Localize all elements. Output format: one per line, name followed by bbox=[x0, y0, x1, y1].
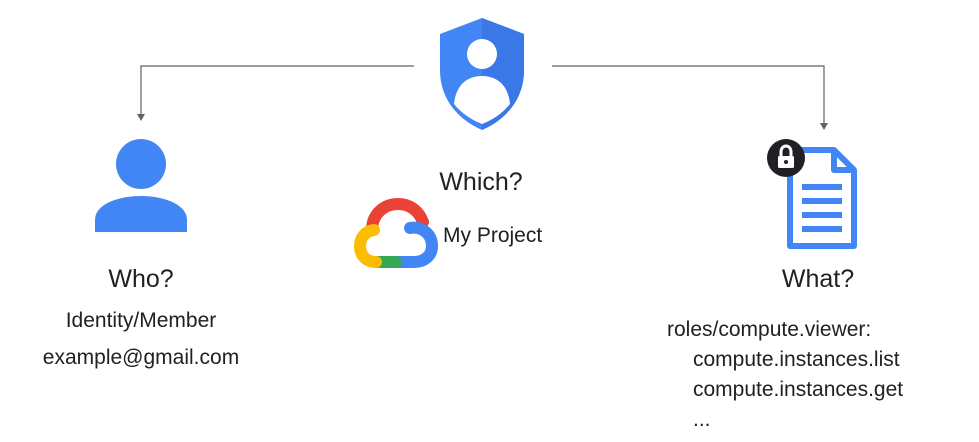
shield-person-icon bbox=[440, 18, 524, 130]
arrowhead-what bbox=[820, 123, 828, 130]
project-name: My Project bbox=[443, 224, 543, 247]
what-question: What? bbox=[781, 265, 855, 293]
person-icon bbox=[95, 139, 187, 232]
permission-item: ... bbox=[693, 408, 711, 431]
which-question: Which? bbox=[439, 168, 523, 196]
arrowhead-who bbox=[137, 114, 145, 121]
connector-to-who bbox=[140, 65, 414, 115]
connector-to-what bbox=[552, 65, 825, 124]
permission-item: compute.instances.list bbox=[693, 348, 900, 371]
who-subtitle: Identity/Member bbox=[65, 309, 217, 332]
who-question: Who? bbox=[108, 265, 174, 293]
permission-item: compute.instances.get bbox=[693, 378, 904, 401]
what-role: roles/compute.viewer: bbox=[667, 318, 872, 341]
locked-document-icon bbox=[767, 139, 857, 249]
google-cloud-icon bbox=[353, 197, 439, 268]
who-example-email: example@gmail.com bbox=[42, 346, 240, 369]
